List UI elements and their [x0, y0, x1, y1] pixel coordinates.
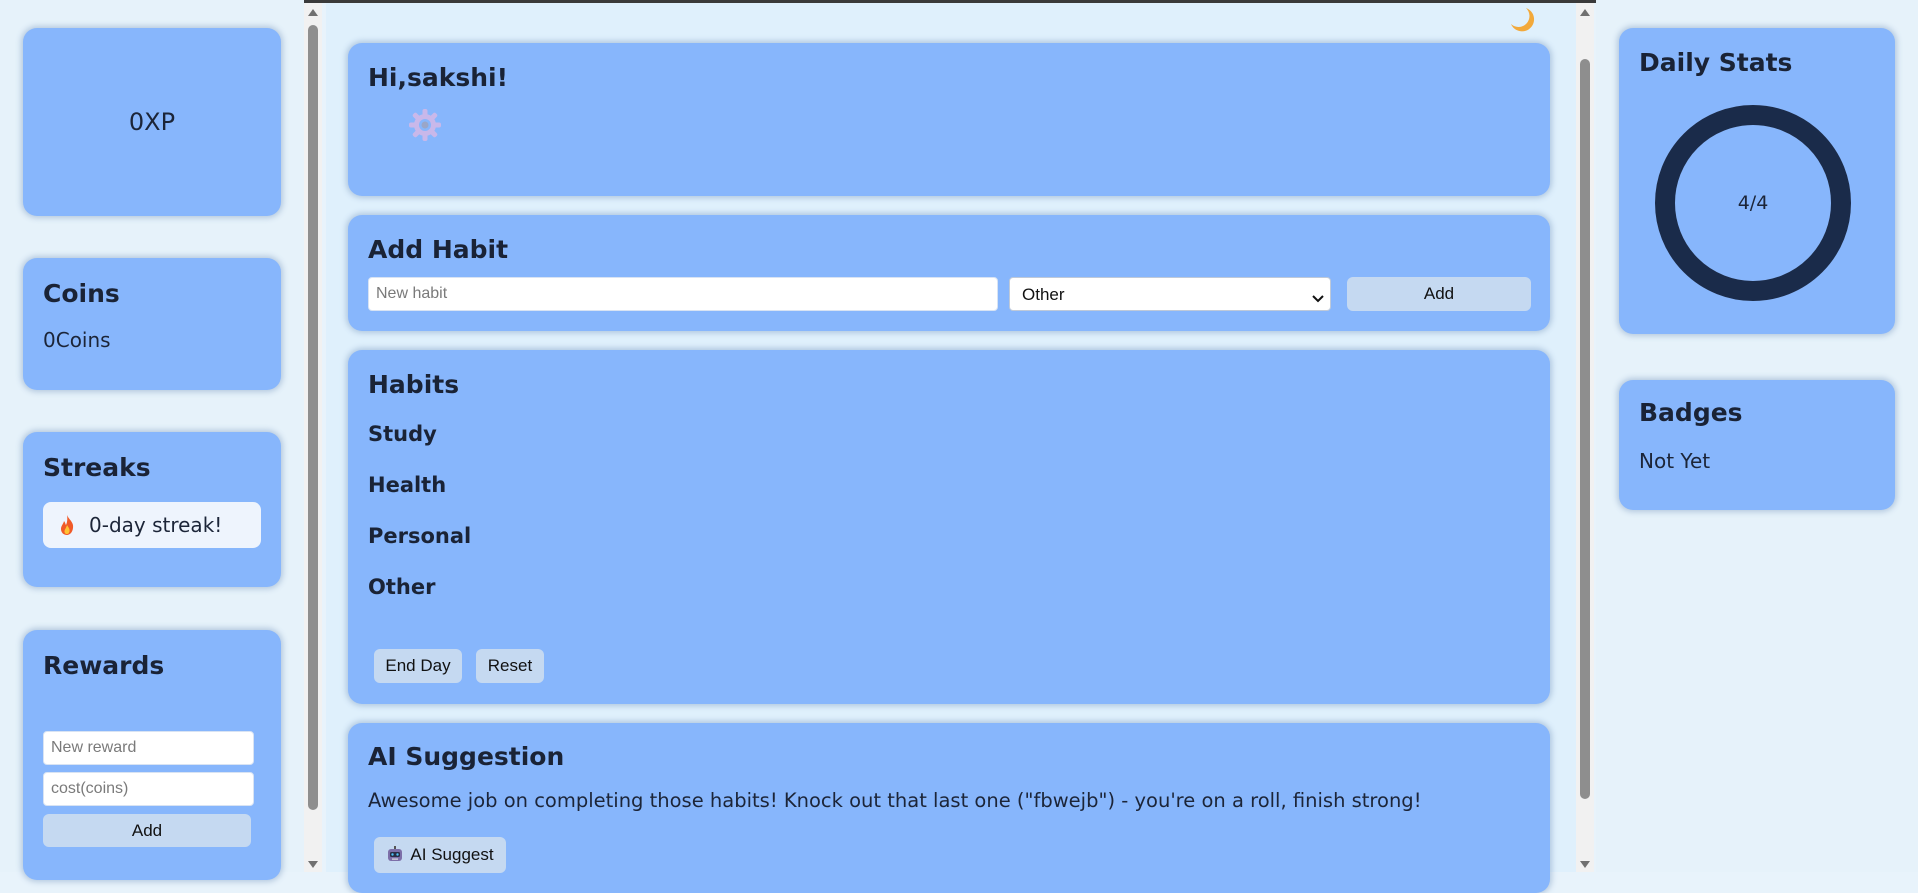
habit-category-other: Other [368, 575, 436, 599]
left-sidebar: 0XP Coins 0Coins Streaks 0-day streak! R… [0, 0, 304, 880]
greeting-text: Hi,sakshi! [368, 63, 509, 92]
add-habit-title: Add Habit [368, 235, 509, 264]
daily-progress-text: 4/4 [1737, 192, 1769, 214]
add-reward-button[interactable]: Add [43, 814, 251, 847]
robot-icon [386, 846, 404, 864]
badges-card: Badges Not Yet [1619, 380, 1895, 510]
chevron-down-icon [1312, 289, 1324, 309]
streaks-title: Streaks [43, 453, 151, 482]
habits-card: Habits Study Health Personal Other End D… [348, 350, 1550, 704]
habit-category-health: Health [368, 473, 447, 497]
coins-title: Coins [43, 279, 120, 308]
ai-suggestion-text: Awesome job on completing those habits! … [368, 789, 1422, 812]
main-scrollbar[interactable] [1576, 3, 1594, 872]
ai-suggestion-card: AI Suggestion Awesome job on completing … [348, 723, 1550, 893]
reward-cost-input[interactable] [43, 772, 254, 806]
habit-category-study: Study [368, 422, 437, 446]
end-day-label: End Day [385, 656, 451, 675]
xp-card: 0XP [23, 28, 281, 216]
rewards-title: Rewards [43, 651, 165, 680]
left-scrollbar[interactable] [304, 3, 322, 872]
daily-stats-card: Daily Stats 4/4 [1619, 28, 1895, 334]
scroll-thumb[interactable] [308, 25, 318, 810]
add-habit-label: Add [1423, 284, 1455, 303]
greeting-card: Hi,sakshi! [348, 43, 1550, 196]
habit-category-personal: Personal [368, 524, 472, 548]
coins-card: Coins 0Coins [23, 258, 281, 390]
end-day-button[interactable]: End Day [374, 649, 462, 683]
streak-text: 0-day streak! [89, 513, 223, 537]
ai-suggest-button[interactable]: AI Suggest [374, 837, 506, 873]
ai-suggestion-title: AI Suggestion [368, 742, 565, 771]
badges-text: Not Yet [1639, 449, 1711, 473]
reset-label: Reset [487, 656, 533, 675]
habit-category-select[interactable]: Other [1009, 277, 1331, 311]
crescent-moon-icon[interactable] [1507, 5, 1537, 35]
scroll-down-arrow[interactable] [1580, 861, 1590, 868]
reset-button[interactable]: Reset [476, 649, 544, 683]
habits-title: Habits [368, 370, 460, 399]
fire-icon [55, 513, 79, 537]
add-habit-button[interactable]: Add [1347, 277, 1531, 311]
habit-category-value: Other [1022, 285, 1065, 304]
gear-icon[interactable] [406, 106, 444, 144]
add-reward-label: Add [131, 820, 163, 840]
scroll-thumb[interactable] [1580, 59, 1590, 799]
add-habit-card: Add Habit Other Add [348, 215, 1550, 331]
scroll-down-arrow[interactable] [308, 861, 318, 868]
streak-badge: 0-day streak! [43, 502, 261, 548]
streaks-card: Streaks 0-day streak! [23, 432, 281, 587]
daily-stats-title: Daily Stats [1639, 48, 1793, 77]
ai-suggest-label: AI Suggest [410, 845, 494, 864]
scroll-up-arrow[interactable] [308, 9, 318, 16]
rewards-card: Rewards Add [23, 630, 281, 880]
coins-value: 0Coins [43, 328, 111, 352]
right-sidebar: Daily Stats 4/4 Badges Not Yet [1596, 0, 1918, 872]
scroll-up-arrow[interactable] [1580, 9, 1590, 16]
new-habit-input[interactable] [368, 277, 998, 311]
badges-title: Badges [1639, 398, 1743, 427]
xp-value: 0XP [128, 108, 176, 136]
main-content: Hi,sakshi! Add Habit New habit Other Add… [326, 3, 1576, 893]
reward-name-input[interactable] [43, 731, 254, 765]
